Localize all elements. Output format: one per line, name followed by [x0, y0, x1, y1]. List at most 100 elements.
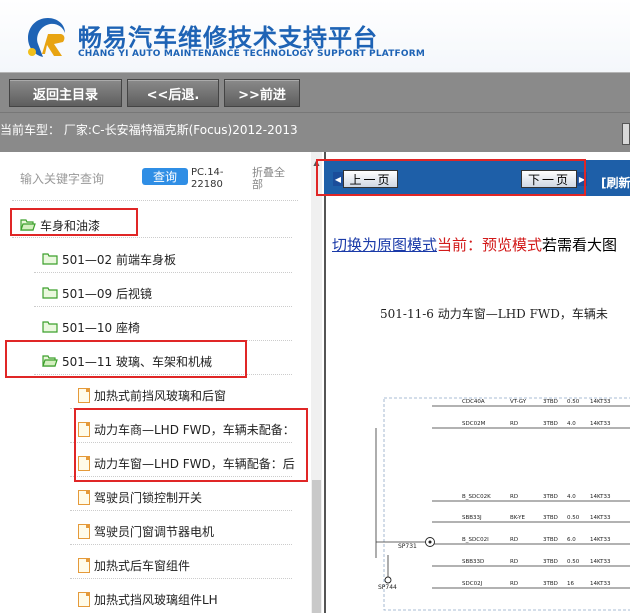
tree-root-body-paint[interactable]: 车身和油漆: [20, 215, 100, 235]
wire-cell: 3TBD: [543, 515, 558, 521]
document-icon: [78, 523, 90, 539]
tree-label: 动力车窗—LHD FWD，车辆配备：后: [94, 456, 295, 471]
wire-cell: 14KT33: [590, 515, 611, 521]
wire-cell: 4.0: [567, 421, 576, 427]
wire-cell: B_SDC02K: [462, 494, 491, 500]
splice-label: SP744: [378, 584, 397, 591]
tree-doc-item[interactable]: 加热式挡风玻璃组件LH: [78, 589, 218, 609]
brand-title: 畅易汽车维修技术支持平台: [78, 24, 378, 52]
folder-icon: [42, 287, 58, 299]
wire-cell: BK-YE: [510, 515, 525, 521]
wire-cell: SBB33D: [462, 559, 484, 565]
splice-point: [384, 576, 392, 584]
tree-doc-item[interactable]: 动力车窗—LHD FWD，车辆配备：后: [78, 453, 295, 473]
divider: [34, 306, 292, 307]
wire-cell: 3TBD: [543, 559, 558, 565]
tree-label: 501—09 后视镜: [62, 286, 152, 301]
wire-cell: VT-GY: [510, 399, 527, 405]
wire-cell: B_SDC02I: [462, 537, 489, 543]
wire-cell: CDC40A: [462, 399, 485, 405]
keyword-search-input[interactable]: 输入关键字查询: [20, 170, 130, 187]
scrollbar-thumb[interactable]: [312, 480, 321, 613]
diagram-frame: [383, 397, 630, 611]
next-arrow-icon[interactable]: ▶: [577, 172, 587, 186]
brand-subtitle: CHANG YI AUTO MAINTENANCE TECHNOLOGY SUP…: [78, 49, 426, 59]
wire-cell: 3TBD: [543, 421, 558, 427]
tree-label: 501—11 玻璃、车架和机械: [62, 354, 212, 369]
wire-cell: RD: [510, 559, 518, 565]
folder-open-icon: [42, 355, 58, 367]
tree-label: 501—10 座椅: [62, 320, 140, 335]
prev-page-button[interactable]: 上一页: [343, 170, 398, 188]
wire-cell: 3TBD: [543, 494, 558, 500]
splice-label: SP731: [398, 543, 417, 550]
wire-rows: CDC40A VT-GY 3TBD 0.50 14KT33 SDC02M RD 3TBD 4.0…: [432, 399, 630, 589]
divider: [70, 544, 292, 545]
divider: [34, 340, 292, 341]
tree-label: 驾驶员门窗调节器电机: [94, 524, 215, 539]
back-button[interactable]: <<后退.: [127, 79, 219, 107]
divider: [70, 476, 292, 477]
search-button[interactable]: 查询: [142, 168, 188, 185]
nav-toolbar: 返回主目录 <<后退. >>前进: [0, 72, 630, 112]
document-icon: [78, 387, 90, 403]
wire-cell: RD: [510, 421, 518, 427]
prev-arrow-icon[interactable]: ◀: [333, 172, 343, 186]
tree-label: 加热式后车窗组件: [94, 558, 191, 573]
tree-doc-item[interactable]: 动力车商—LHD FWD，车辆未配备：: [78, 419, 295, 439]
wire-cell: RD: [510, 494, 518, 500]
divider: [70, 408, 292, 409]
wire-cell: 0.50: [567, 399, 580, 405]
forward-button[interactable]: >>前进: [224, 79, 300, 107]
document-icon: [78, 455, 90, 471]
tree-folder-front-body[interactable]: 501—02 前端车身板: [42, 249, 176, 269]
next-page-button[interactable]: 下一页: [521, 170, 577, 188]
tree-label: 车身和油漆: [40, 218, 101, 233]
tree-folder-mirrors[interactable]: 501—09 后视镜: [42, 283, 152, 303]
wiring-diagram: CDC40A VT-GY 3TBD 0.50 14KT33 SDC02M RD 3TBD 4.0…: [375, 397, 630, 611]
diagram-title: 501-11-6 动力车窗—LHD FWD，车辆未: [380, 307, 608, 321]
tree-label: 501—02 前端车身板: [62, 252, 176, 267]
wire-cell: 14KT33: [590, 421, 611, 427]
wire-cell: 4.0: [567, 494, 576, 500]
tree-label: 驾驶员门锁控制开关: [94, 490, 203, 505]
divider: [70, 442, 292, 443]
tree-doc-item[interactable]: 加热式前挡风玻璃和后窗: [78, 385, 226, 405]
folder-open-icon: [20, 219, 36, 231]
wire-cell: SDC02M: [462, 421, 486, 427]
wire-cell: 14KT33: [590, 399, 611, 405]
wire-cell: RD: [510, 581, 518, 587]
document-icon: [78, 489, 90, 505]
vehicle-select-handle[interactable]: [622, 123, 630, 145]
document-icon: [78, 421, 90, 437]
current-vehicle-label: 当前车型： 厂家:C-长安福特福克斯(Focus)2012-2013: [0, 123, 298, 137]
scroll-up-icon[interactable]: ▲: [311, 158, 322, 168]
wire-cell: 3TBD: [543, 537, 558, 543]
wire-cell: 14KT33: [590, 494, 611, 500]
wire-cell: 0.50: [567, 559, 580, 565]
tree-label: 动力车商—LHD FWD，车辆未配备：: [94, 422, 295, 437]
wire-cell: SDC02J: [462, 581, 483, 587]
tree-doc-item[interactable]: 驾驶员门锁控制开关: [78, 487, 202, 507]
tree-label: 加热式前挡风玻璃和后窗: [94, 388, 227, 403]
wire-cell: 14KT33: [590, 581, 611, 587]
document-icon: [78, 557, 90, 573]
pc-code: PC.14-22180: [191, 167, 224, 190]
current-mode-label: 当前：预览模式: [437, 236, 543, 254]
divider: [34, 374, 292, 375]
wire-cell: 6.0: [567, 537, 576, 543]
switch-original-mode-link[interactable]: 切换为原图模式: [332, 236, 437, 254]
tree-doc-item[interactable]: 驾驶员门窗调节器电机: [78, 521, 214, 541]
collapse-all-button[interactable]: 折叠全部: [252, 167, 292, 191]
tree-folder-glass-frames[interactable]: 501—11 玻璃、车架和机械: [42, 351, 212, 371]
divider: [34, 272, 292, 273]
home-button[interactable]: 返回主目录: [9, 79, 122, 107]
logo-icon: [24, 14, 72, 62]
mode-hint: 若需看大图: [542, 236, 618, 254]
refresh-button[interactable]: [刷新: [601, 174, 630, 191]
tree-doc-item[interactable]: 加热式后车窗组件: [78, 555, 190, 575]
divider: [12, 200, 298, 201]
tree-folder-seats[interactable]: 501—10 座椅: [42, 317, 140, 337]
divider: [12, 237, 292, 238]
wire-cell: 16: [567, 581, 574, 587]
